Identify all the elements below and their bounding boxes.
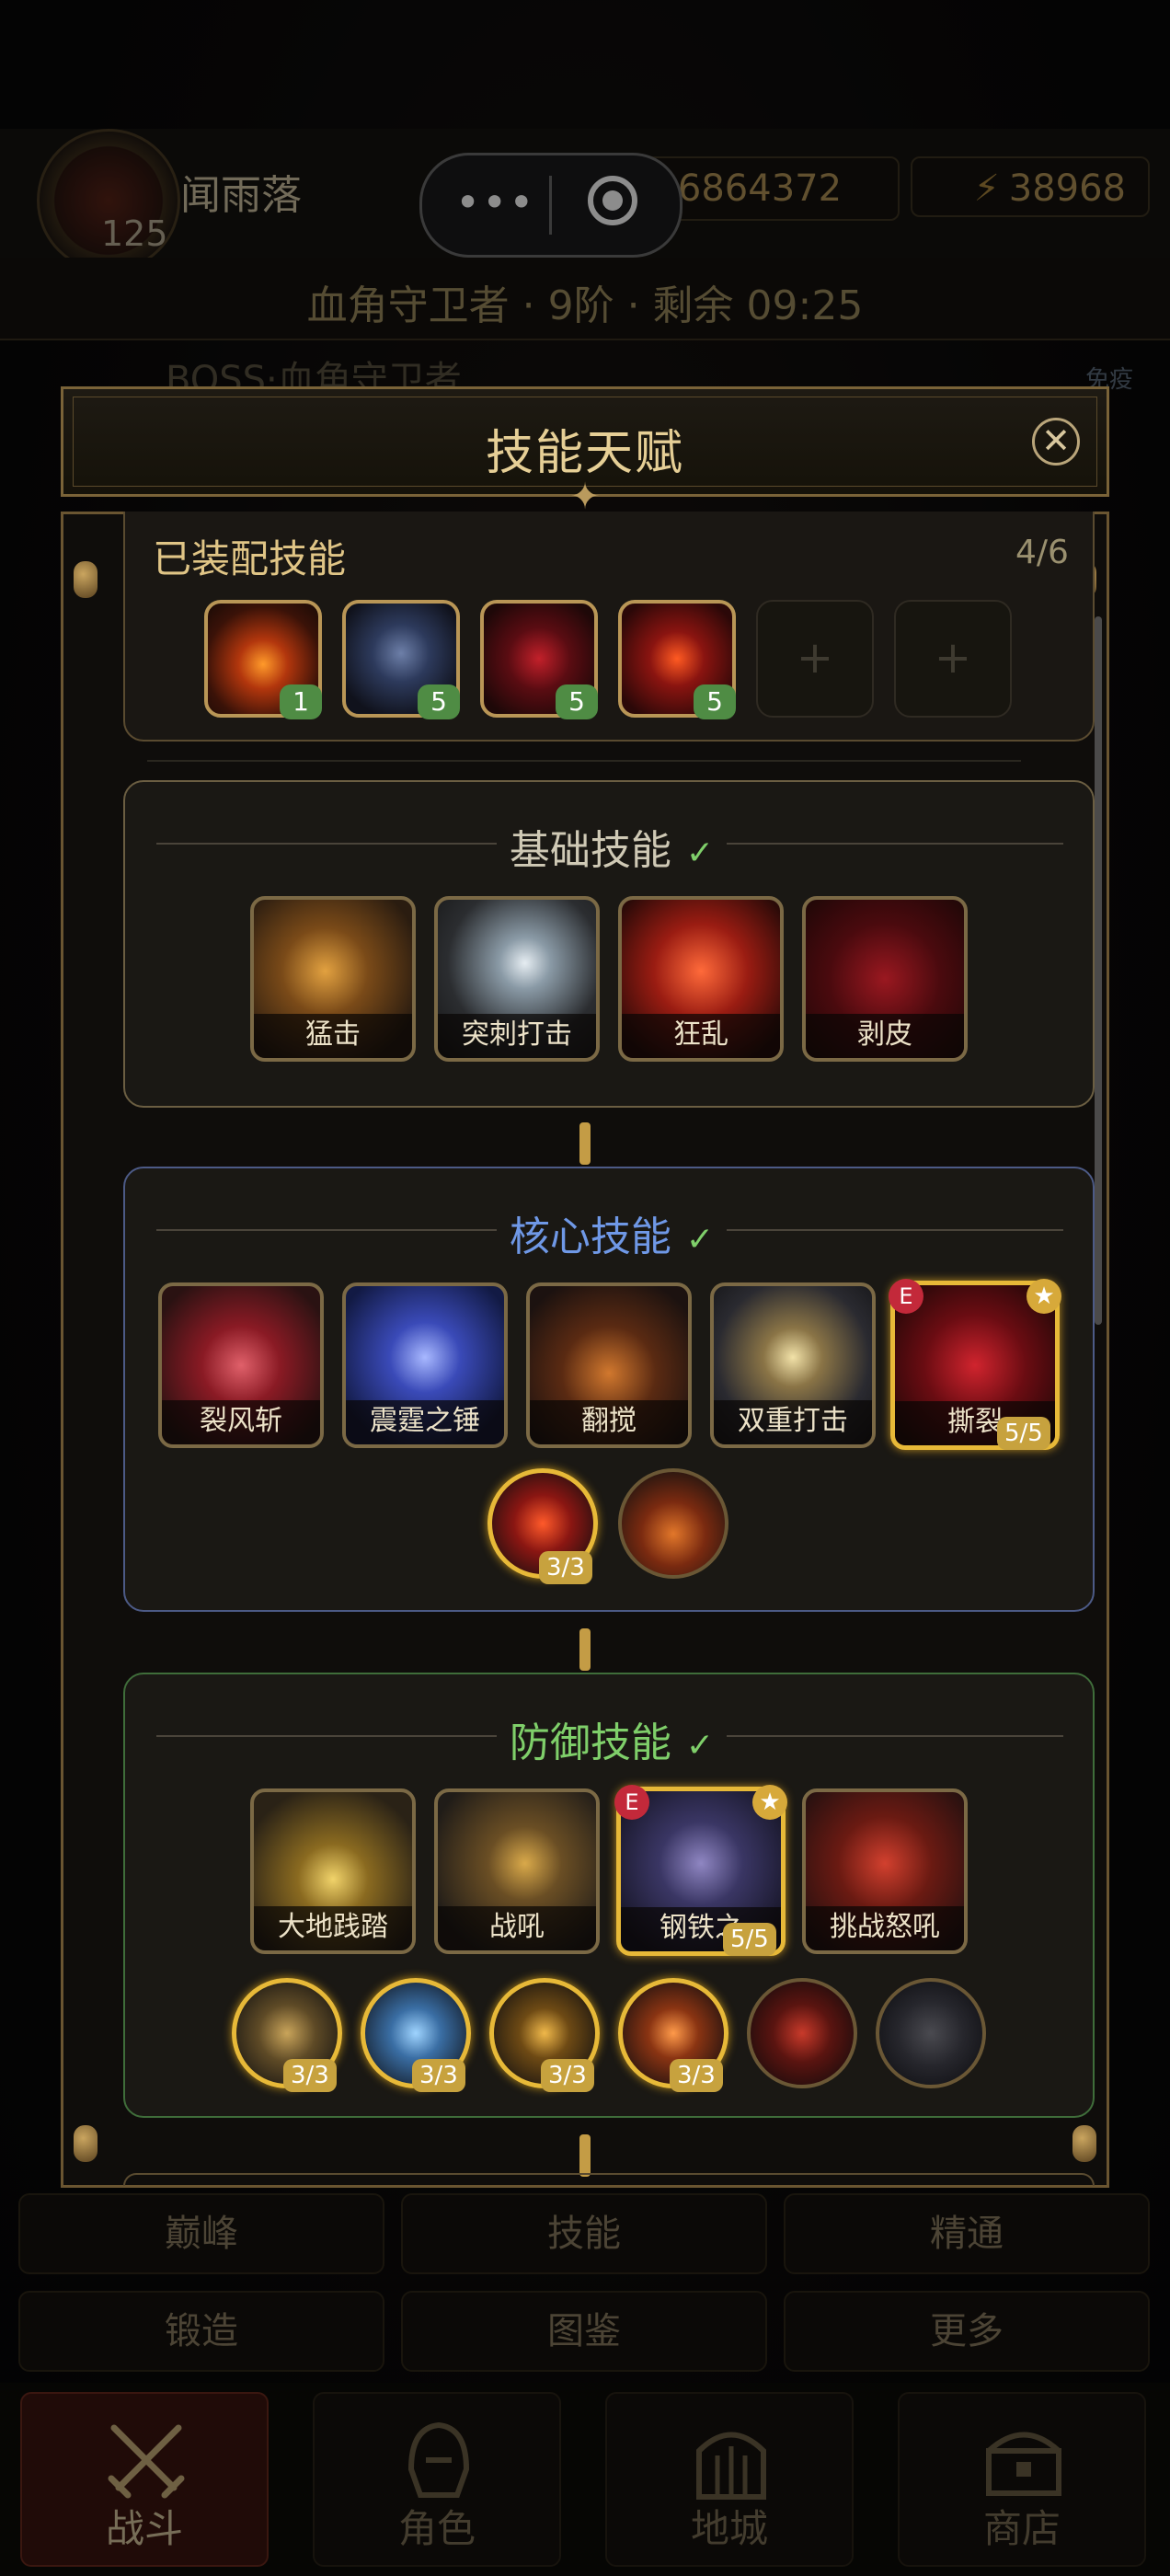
skill-card-ground-stomp[interactable]: 大地践踏 xyxy=(250,1788,416,1954)
skill-name: 大地践踏 xyxy=(254,1906,412,1950)
skill-name: 战吼 xyxy=(438,1906,596,1950)
skill-card-double-strike[interactable]: 双重打击 xyxy=(710,1282,876,1448)
skill-name: 狂乱 xyxy=(622,1014,780,1058)
skill-level-badge: 5 xyxy=(418,684,460,719)
skill-name: 挑战怒吼 xyxy=(806,1906,964,1950)
next-section-panel-edge xyxy=(123,2173,1095,2186)
title-line xyxy=(156,843,497,845)
defense-title-text: 防御技能 xyxy=(509,1719,671,1766)
skill-card-bash[interactable]: 猛击 xyxy=(250,896,416,1062)
section-connector xyxy=(579,1122,591,1165)
skill-level-badge: 1 xyxy=(280,684,322,719)
close-button[interactable]: ✕ xyxy=(1032,418,1080,466)
equipped-slot-3[interactable]: 5 xyxy=(480,600,598,719)
equipped-slot-4[interactable]: 5 xyxy=(618,600,736,719)
title-line xyxy=(727,1735,1063,1737)
section-connector xyxy=(579,2134,591,2177)
skill-name: 双重打击 xyxy=(714,1400,872,1444)
equipped-slot-1[interactable]: 1 xyxy=(204,600,322,719)
defense-skills-title: 防御技能 ✓ xyxy=(497,1709,727,1768)
defense-passive-6[interactable] xyxy=(876,1978,986,2088)
check-icon: ✓ xyxy=(685,1727,715,1765)
passive-level-tag: 3/3 xyxy=(539,1551,592,1584)
passive-level-tag: 3/3 xyxy=(283,2059,337,2092)
equipped-e-badge: E xyxy=(614,1785,649,1820)
check-icon: ✓ xyxy=(685,1221,715,1259)
equipped-e-badge: E xyxy=(889,1279,923,1314)
skill-name: 震霆之锤 xyxy=(346,1400,504,1444)
basic-skills-title: 基础技能 ✓ xyxy=(497,817,727,876)
title-line xyxy=(727,843,1063,845)
close-icon: ✕ xyxy=(1041,420,1071,461)
skill-card-rend[interactable]: 翻搅 xyxy=(526,1282,692,1448)
skill-level-tag: 5/5 xyxy=(997,1417,1050,1450)
skill-level-badge: 5 xyxy=(694,684,736,719)
section-connector xyxy=(579,1628,591,1671)
title-line xyxy=(727,1229,1063,1231)
skill-name: 猛击 xyxy=(254,1014,412,1058)
equipped-count: 4/6 xyxy=(1015,534,1069,571)
skill-level-tag: 5/5 xyxy=(723,1923,776,1956)
skill-name: 裂风斩 xyxy=(162,1400,320,1444)
core-passive-2[interactable] xyxy=(618,1468,728,1579)
scrollbar[interactable] xyxy=(1095,616,1102,1325)
frame-rivet-icon xyxy=(74,2125,98,2162)
passive-level-tag: 3/3 xyxy=(541,2059,594,2092)
core-title-text: 核心技能 xyxy=(509,1213,671,1260)
core-skills-title: 核心技能 ✓ xyxy=(497,1203,727,1262)
skill-card-whirlwind[interactable]: 裂风斩 xyxy=(158,1282,324,1448)
title-line xyxy=(156,1735,497,1737)
title-line xyxy=(156,1229,497,1231)
skill-name: 突刺打击 xyxy=(438,1014,596,1058)
modal-title: 技能天赋 xyxy=(485,426,684,481)
skill-card-war-cry[interactable]: 战吼 xyxy=(434,1788,600,1954)
equipped-slot-empty[interactable]: + xyxy=(756,600,874,718)
panel-divider xyxy=(147,760,1021,762)
skill-name: 剥皮 xyxy=(806,1014,964,1058)
star-icon: ★ xyxy=(1027,1279,1061,1314)
skill-card-thrust[interactable]: 突刺打击 xyxy=(434,896,600,1062)
equipped-slot-2[interactable]: 5 xyxy=(342,600,460,719)
skill-card-thunder-hammer[interactable]: 震霆之锤 xyxy=(342,1282,508,1448)
passive-level-tag: 3/3 xyxy=(670,2059,723,2092)
passive-level-tag: 3/3 xyxy=(412,2059,465,2092)
frame-rivet-icon xyxy=(74,561,98,598)
skill-level-badge: 5 xyxy=(556,684,598,719)
basic-title-text: 基础技能 xyxy=(509,827,671,874)
defense-passive-5[interactable] xyxy=(747,1978,857,2088)
skill-card-flay[interactable]: 剥皮 xyxy=(802,896,968,1062)
skill-name: 翻搅 xyxy=(530,1400,688,1444)
equipped-title: 已装配技能 xyxy=(153,536,347,581)
skill-card-frenzy[interactable]: 狂乱 xyxy=(618,896,784,1062)
equipped-slot-empty[interactable]: + xyxy=(894,600,1012,718)
skill-card-challenging-shout[interactable]: 挑战怒吼 xyxy=(802,1788,968,1954)
star-icon: ★ xyxy=(752,1785,787,1820)
check-icon: ✓ xyxy=(685,834,715,872)
